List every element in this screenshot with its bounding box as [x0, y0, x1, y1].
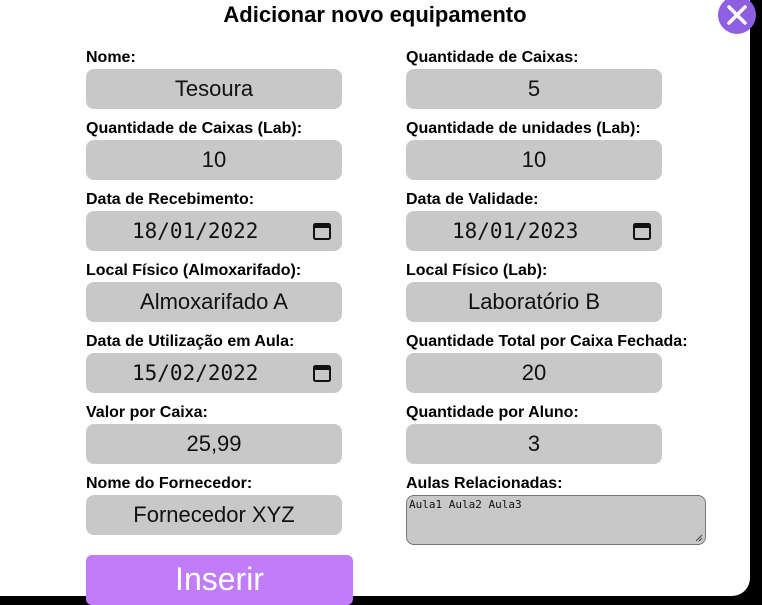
resize-grip-icon[interactable]	[695, 534, 703, 542]
qtd-caixas-lab-label: Quantidade de Caixas (Lab):	[86, 120, 303, 137]
data-validade-label: Data de Validade:	[406, 191, 539, 208]
data-recebimento-value: 18/01/2022	[132, 219, 259, 243]
aulas-value: Aula1 Aula2 Aula3	[409, 498, 522, 511]
local-lab-label: Local Físico (Lab):	[406, 262, 548, 279]
local-almox-input[interactable]: Almoxarifado A	[86, 282, 342, 322]
qtd-caixas-input[interactable]: 5	[406, 69, 662, 109]
add-equipment-dialog: Adicionar novo equipamento Nome: Tesoura…	[0, 0, 756, 605]
close-button[interactable]	[718, 0, 756, 34]
valor-caixa-input[interactable]: 25,99	[86, 424, 342, 464]
calendar-icon[interactable]	[632, 221, 652, 241]
data-validade-value: 18/01/2023	[452, 219, 579, 243]
calendar-icon[interactable]	[312, 363, 332, 383]
submit-button[interactable]: Inserir	[86, 555, 353, 605]
aulas-label: Aulas Relacionadas:	[406, 475, 563, 492]
data-validade-input[interactable]: 18/01/2023	[406, 211, 662, 251]
valor-caixa-label: Valor por Caixa:	[86, 404, 208, 421]
qtd-aluno-input[interactable]: 3	[406, 424, 662, 464]
qtd-caixas-label: Quantidade de Caixas:	[406, 49, 579, 66]
data-utilizacao-input[interactable]: 15/02/2022	[86, 353, 342, 393]
aulas-textarea[interactable]: Aula1 Aula2 Aula3	[406, 495, 706, 545]
data-utilizacao-value: 15/02/2022	[132, 361, 259, 385]
local-lab-input[interactable]: Laboratório B	[406, 282, 662, 322]
data-recebimento-label: Data de Recebimento:	[86, 191, 255, 208]
nome-label: Nome:	[86, 49, 136, 66]
qtd-unidades-lab-input[interactable]: 10	[406, 140, 662, 180]
fornecedor-label: Nome do Fornecedor:	[86, 475, 253, 492]
qtd-caixas-lab-input[interactable]: 10	[86, 140, 342, 180]
fornecedor-input[interactable]: Fornecedor XYZ	[86, 495, 342, 535]
qtd-total-caixa-input[interactable]: 20	[406, 353, 662, 393]
nome-input[interactable]: Tesoura	[86, 69, 342, 109]
qtd-aluno-label: Quantidade por Aluno:	[406, 404, 579, 421]
data-recebimento-input[interactable]: 18/01/2022	[86, 211, 342, 251]
local-almox-label: Local Físico (Almoxarifado):	[86, 262, 302, 279]
data-utilizacao-label: Data de Utilização em Aula:	[86, 333, 295, 350]
close-icon	[727, 5, 747, 25]
qtd-unidades-lab-label: Quantidade de unidades (Lab):	[406, 120, 641, 137]
dialog-title: Adicionar novo equipamento	[223, 2, 527, 27]
qtd-total-caixa-label: Quantidade Total por Caixa Fechada:	[406, 333, 688, 350]
calendar-icon[interactable]	[312, 221, 332, 241]
